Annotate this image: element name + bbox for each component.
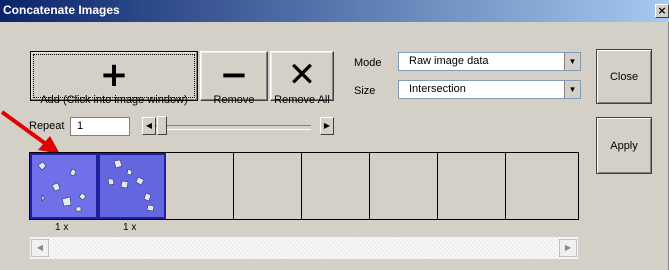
remove-button-label: Remove — [213, 94, 255, 106]
plus-icon: + — [99, 55, 129, 95]
empty-slot — [506, 153, 574, 219]
empty-slot — [302, 153, 370, 219]
chevron-down-icon[interactable]: ▼ — [564, 81, 580, 98]
empty-slot — [438, 153, 506, 219]
add-button-label: Add (Click into image window) — [40, 94, 188, 106]
minus-icon: − — [219, 55, 249, 95]
mode-select[interactable]: Raw image data ▼ — [398, 52, 581, 71]
cell-image-icon — [32, 155, 96, 217]
horizontal-scrollbar[interactable]: ◀ ▶ — [29, 236, 579, 260]
image-strip — [29, 152, 579, 220]
arrow-left-icon[interactable]: ◀ — [31, 239, 49, 257]
empty-slot — [234, 153, 302, 219]
remove-all-button[interactable]: ✕ Remove All — [270, 51, 334, 106]
thumbnail-caption: 1 x — [55, 222, 69, 233]
mode-label: Mode — [354, 57, 382, 69]
thumbnail-caption: 1 x — [123, 222, 137, 233]
size-label: Size — [354, 85, 376, 97]
add-button[interactable]: + Add (Click into image window) — [30, 51, 198, 106]
repeat-input[interactable]: 1 — [70, 117, 130, 136]
arrow-right-icon[interactable]: ▶ — [559, 239, 577, 257]
remove-all-button-label: Remove All — [274, 94, 330, 106]
repeat-slider-thumb[interactable] — [157, 116, 167, 135]
close-icon[interactable]: × — [655, 4, 669, 18]
concatenate-images-window: Concatenate Images × + Add (Click into i… — [0, 0, 669, 270]
arrow-right-icon[interactable]: ▶ — [320, 117, 334, 135]
size-select[interactable]: Intersection ▼ — [398, 80, 581, 99]
chevron-down-icon[interactable]: ▼ — [564, 53, 580, 70]
empty-slot — [166, 153, 234, 219]
mode-select-value: Raw image data — [409, 55, 489, 67]
size-select-value: Intersection — [409, 83, 466, 95]
arrow-left-icon[interactable]: ◀ — [142, 117, 156, 135]
window-title: Concatenate Images — [3, 3, 120, 17]
image-thumbnail[interactable] — [98, 153, 166, 219]
cell-image-icon — [100, 155, 164, 217]
repeat-slider-track[interactable] — [156, 125, 311, 130]
empty-slot — [370, 153, 438, 219]
image-thumbnail[interactable] — [30, 153, 98, 219]
apply-button[interactable]: Apply — [596, 117, 652, 174]
close-button[interactable]: Close — [596, 49, 652, 104]
x-icon: ✕ — [287, 55, 317, 95]
title-bar: Concatenate Images × — [0, 0, 669, 22]
remove-button[interactable]: − Remove — [200, 51, 268, 106]
